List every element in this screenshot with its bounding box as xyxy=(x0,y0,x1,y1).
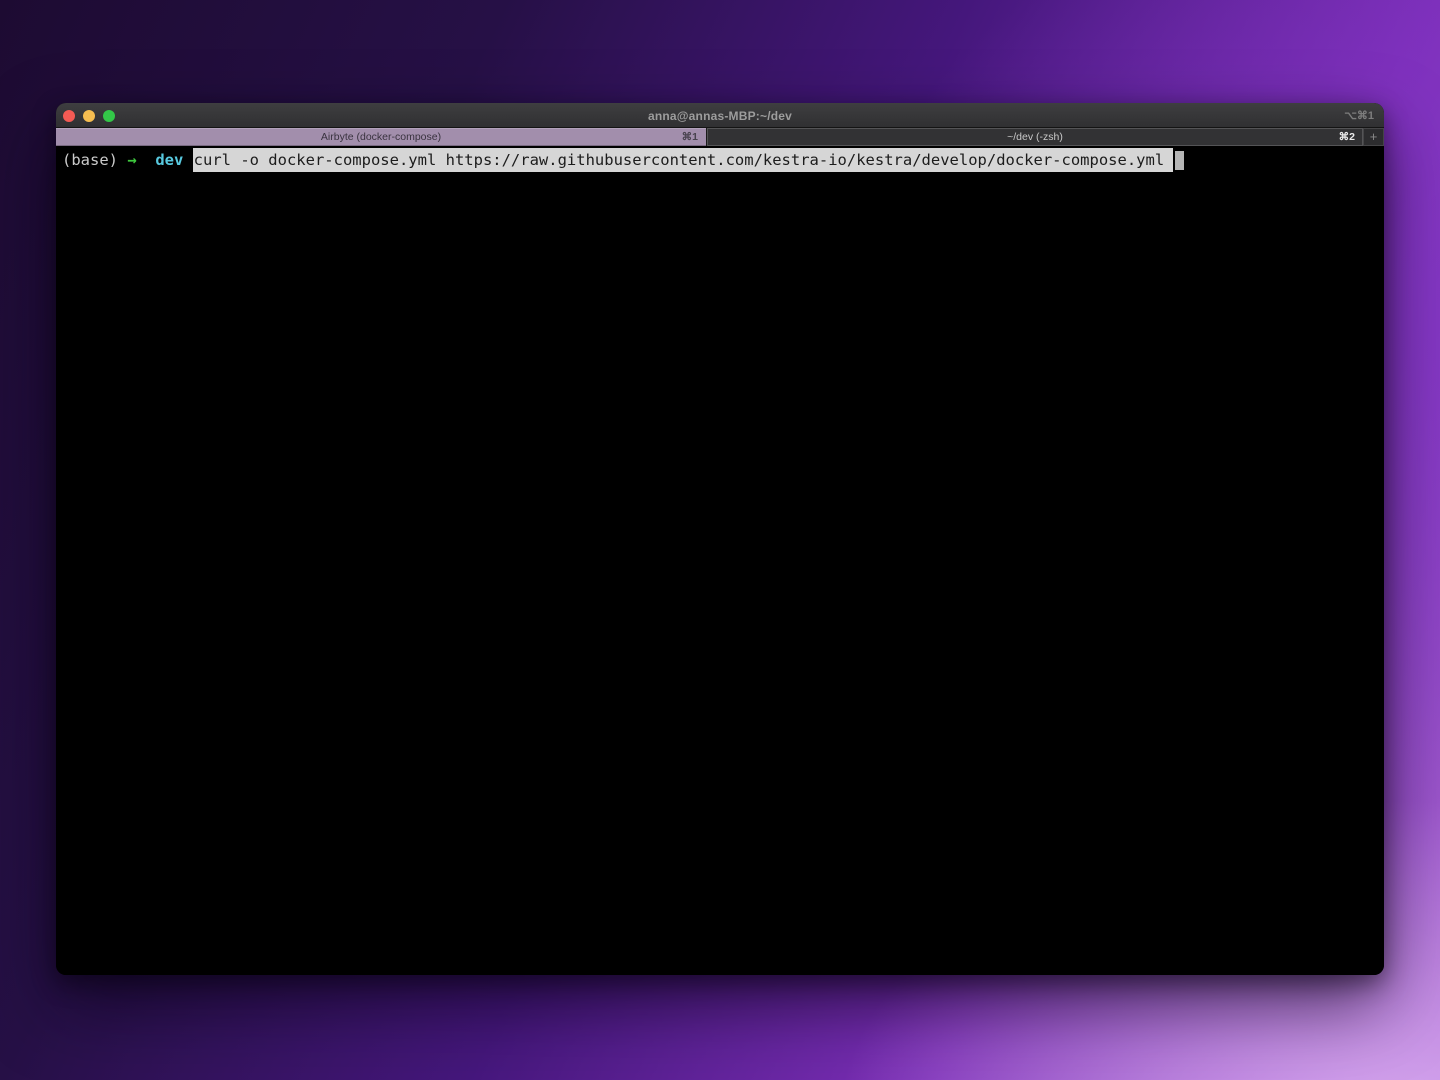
terminal-window: anna@annas-MBP:~/dev ⌥⌘1 Airbyte (docker… xyxy=(56,103,1384,975)
tab-dev-zsh[interactable]: ~/dev (-zsh) ⌘2 xyxy=(707,128,1363,146)
tab-bar: Airbyte (docker-compose) ⌘1 ~/dev (-zsh)… xyxy=(56,128,1384,146)
desktop-background: anna@annas-MBP:~/dev ⌥⌘1 Airbyte (docker… xyxy=(0,0,1440,1080)
prompt-env: (base) xyxy=(62,149,127,171)
tab-label: Airbyte (docker-compose) xyxy=(321,131,441,143)
terminal-content[interactable]: (base) → dev curl -o docker-compose.yml … xyxy=(56,146,1384,975)
titlebar[interactable]: anna@annas-MBP:~/dev ⌥⌘1 xyxy=(56,103,1384,128)
prompt-line: (base) → dev curl -o docker-compose.yml … xyxy=(62,148,1384,172)
new-tab-button[interactable]: + xyxy=(1363,128,1384,146)
tab-airbyte-docker-compose[interactable]: Airbyte (docker-compose) ⌘1 xyxy=(56,128,707,146)
tab-shortcut-hint: ⌘2 xyxy=(1339,128,1355,146)
prompt-directory: dev xyxy=(155,149,192,171)
tab-shortcut-hint: ⌘1 xyxy=(682,128,698,146)
prompt-arrow-icon: → xyxy=(127,149,155,171)
selected-command-text[interactable]: curl -o docker-compose.yml https://raw.g… xyxy=(193,148,1174,172)
window-shortcut-hint: ⌥⌘1 xyxy=(1344,103,1374,128)
window-title: anna@annas-MBP:~/dev xyxy=(56,103,1384,128)
tab-label: ~/dev (-zsh) xyxy=(1007,131,1063,143)
terminal-cursor xyxy=(1175,151,1184,170)
